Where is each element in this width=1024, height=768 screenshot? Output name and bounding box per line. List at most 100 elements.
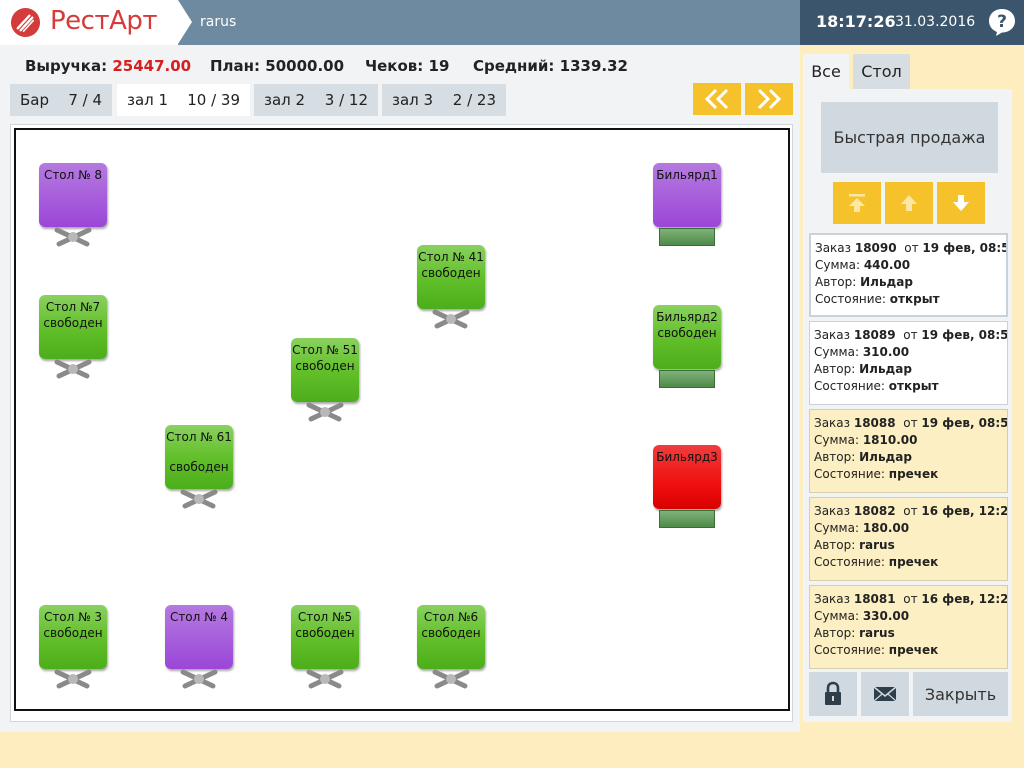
message-button[interactable] (861, 672, 909, 716)
table-name: Стол № 51 (292, 343, 358, 357)
floor-plan: Стол № 8 Стол №7 свободен Стол № 61 своб… (10, 124, 793, 722)
clock-date: 31.03.2016 (895, 14, 976, 30)
order-title: Заказ 18082 от 16 фев, 12:23 (814, 504, 1008, 518)
cutlery-icon (180, 669, 218, 689)
order-state: Состояние: пречек (814, 467, 939, 481)
logo-icon (10, 7, 41, 38)
table-7[interactable]: Стол №7 свободен (39, 295, 107, 359)
table-41[interactable]: Стол № 41 свободен (417, 245, 485, 309)
tab-hall-1[interactable]: зал 1 10 / 39 (117, 84, 250, 116)
table-status: свободен (657, 326, 717, 340)
table-name: Стол №6 (423, 610, 479, 624)
tab-hall-count: 3 / 12 (324, 91, 368, 109)
order-card[interactable]: Заказ 18081 от 16 фев, 12:23 Сумма: 330.… (809, 585, 1008, 669)
cutlery-icon (432, 669, 470, 689)
stat-revenue-value: 25447.00 (112, 57, 192, 75)
stat-plan: План: 50000.00 (210, 57, 344, 75)
tab-hall-name: зал 2 (264, 91, 306, 109)
table-3[interactable]: Стол № 3 свободен (39, 605, 107, 669)
orders-panel: Все Стол Быстрая продажа Заказ 18090 от … (800, 45, 1024, 732)
cutlery-icon (180, 489, 218, 509)
order-state: Состояние: пречек (814, 643, 939, 657)
billiard-table-base (659, 370, 715, 388)
table-4[interactable]: Стол № 4 (165, 605, 233, 669)
order-card[interactable]: Заказ 18089 от 19 фев, 08:52 Сумма: 310.… (809, 321, 1008, 405)
tab-hall-bar[interactable]: Бар 7 / 4 (10, 84, 112, 116)
table-name: Стол № 8 (43, 168, 103, 182)
order-author: Автор: Ильдар (814, 362, 912, 376)
order-card[interactable]: Заказ 18090 от 19 фев, 08:52 Сумма: 440.… (809, 233, 1008, 317)
stat-checks-label: Чеков: (365, 57, 424, 75)
order-sum: Сумма: 440.00 (815, 258, 911, 272)
table-8[interactable]: Стол № 8 (39, 163, 107, 227)
table-name: Стол №5 (297, 610, 353, 624)
cutlery-icon (54, 227, 92, 247)
billiard-table-base (659, 228, 715, 246)
tab-hall-name: зал 1 (127, 91, 169, 109)
floor-plan-canvas: Стол № 8 Стол №7 свободен Стол № 61 своб… (14, 128, 790, 711)
order-author: Автор: Ильдар (814, 450, 912, 464)
table-5[interactable]: Стол №5 свободен (291, 605, 359, 669)
order-sum: Сумма: 330.00 (814, 609, 910, 623)
order-title: Заказ 18089 от 19 фев, 08:52 (814, 328, 1008, 342)
clock-time: 18:17:26 (816, 12, 896, 31)
table-name: Стол № 3 (43, 610, 103, 624)
order-title: Заказ 18090 от 19 фев, 08:52 (815, 241, 1006, 255)
arrow-to-top-icon (849, 194, 865, 212)
order-author: Автор: Ильдар (815, 275, 913, 289)
billiard-3[interactable]: Бильярд3 (653, 445, 721, 509)
prev-page-button[interactable] (693, 83, 741, 115)
stat-average-label: Средний: (473, 57, 555, 75)
quick-sale-button[interactable]: Быстрая продажа (821, 102, 998, 173)
cutlery-icon (306, 669, 344, 689)
stat-checks: Чеков: 19 (365, 57, 449, 75)
cutlery-icon (54, 669, 92, 689)
close-button[interactable]: Закрыть (913, 672, 1008, 716)
tab-hall-name: зал 3 (392, 91, 434, 109)
main-panel: Выручка: 25447.00 План: 50000.00 Чеков: … (0, 45, 800, 732)
help-icon[interactable]: ? (987, 7, 1017, 37)
stat-revenue: Выручка: 25447.00 (25, 57, 191, 75)
billiard-2[interactable]: Бильярд2 свободен (653, 305, 721, 369)
next-page-button[interactable] (745, 83, 793, 115)
double-chevron-left-icon (704, 88, 729, 110)
order-state: Состояние: открыт (815, 292, 940, 306)
tab-hall-2[interactable]: зал 2 3 / 12 (254, 84, 378, 116)
arrow-up-icon (901, 195, 917, 211)
stat-checks-value: 19 (428, 57, 450, 75)
stat-revenue-label: Выручка: (25, 57, 108, 75)
table-status: свободен (421, 266, 481, 280)
scroll-up-button[interactable] (885, 182, 933, 224)
order-sum: Сумма: 1810.00 (814, 433, 918, 447)
table-61[interactable]: Стол № 61 свободен (165, 425, 233, 489)
lock-button[interactable] (809, 672, 857, 716)
billiard-1[interactable]: Бильярд1 (653, 163, 721, 227)
order-card[interactable]: Заказ 18082 от 16 фев, 12:23 Сумма: 180.… (809, 497, 1008, 581)
tab-hall-3[interactable]: зал 3 2 / 23 (382, 84, 506, 116)
table-51[interactable]: Стол № 51 свободен (291, 338, 359, 402)
table-name: Стол № 41 (418, 250, 484, 264)
scroll-down-button[interactable] (937, 182, 985, 224)
tab-hall-name: Бар (20, 91, 50, 109)
envelope-icon (873, 686, 897, 702)
table-status: свободен (169, 460, 229, 474)
double-chevron-right-icon (757, 88, 782, 110)
tab-table[interactable]: Стол (853, 54, 910, 89)
current-user: rarus (200, 14, 237, 30)
stat-plan-value: 50000.00 (265, 57, 345, 75)
table-name: Бильярд2 (656, 310, 718, 324)
order-state: Состояние: пречек (814, 555, 939, 569)
lock-icon (825, 681, 841, 705)
order-author: Автор: rarus (814, 538, 895, 552)
arrow-down-icon (953, 195, 969, 211)
tab-all[interactable]: Все (803, 54, 849, 89)
table-6[interactable]: Стол №6 свободен (417, 605, 485, 669)
table-status: свободен (295, 359, 355, 373)
scroll-top-button[interactable] (833, 182, 881, 224)
table-status: свободен (295, 626, 355, 640)
order-card[interactable]: Заказ 18088 от 19 фев, 08:51 Сумма: 1810… (809, 409, 1008, 493)
cutlery-icon (54, 359, 92, 379)
table-status: свободен (43, 626, 103, 640)
table-status: свободен (421, 626, 481, 640)
order-sum: Сумма: 180.00 (814, 521, 910, 535)
